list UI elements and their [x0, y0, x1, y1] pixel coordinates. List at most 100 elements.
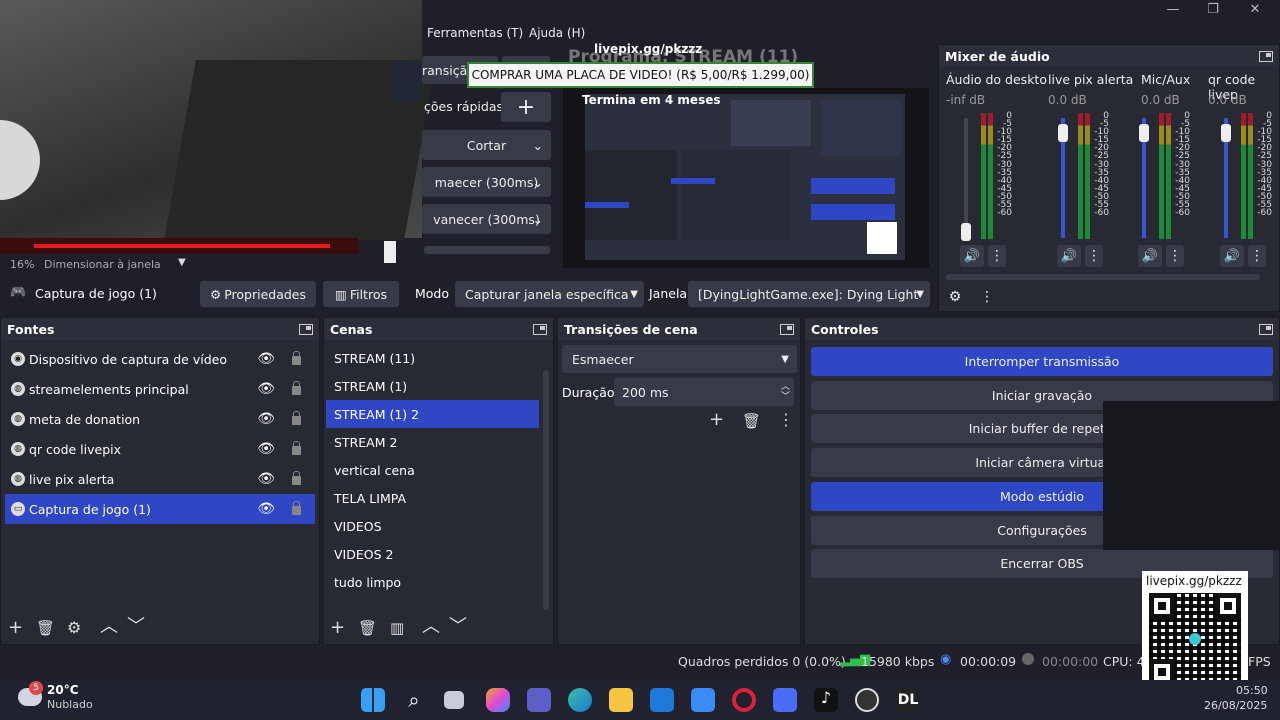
- volume-slider-knob[interactable]: [1139, 123, 1149, 142]
- remove-scene-button[interactable]: 🗑: [358, 619, 377, 637]
- speaker-icon[interactable]: 🔊: [960, 245, 984, 267]
- mixer-scrollbar[interactable]: [946, 274, 1260, 280]
- scene-item[interactable]: STREAM (11): [326, 344, 539, 372]
- move-up-button[interactable]: ︿: [422, 618, 440, 636]
- move-down-button[interactable]: ﹀: [449, 618, 467, 636]
- mixer-menu-button[interactable]: ⋮: [974, 285, 1000, 309]
- eye-icon[interactable]: 👁: [257, 411, 275, 427]
- teams-icon[interactable]: [527, 688, 551, 712]
- transition-type-select[interactable]: Esmaecer ▼: [562, 345, 797, 373]
- add-source-button[interactable]: +: [8, 619, 23, 637]
- mixer-settings-button[interactable]: ⚙: [942, 285, 968, 309]
- eye-icon[interactable]: 👁: [257, 501, 275, 517]
- move-up-button[interactable]: ︿: [100, 618, 118, 636]
- lock-icon[interactable]: [292, 441, 301, 455]
- scene-item[interactable]: VIDEOS 2: [326, 540, 539, 568]
- scene-item[interactable]: STREAM (1): [326, 372, 539, 400]
- mode-select[interactable]: Capturar janela específica ▼: [455, 281, 644, 307]
- source-item[interactable]: ◍ meta de donation 👁: [5, 404, 315, 434]
- float-dock-icon[interactable]: [299, 323, 313, 335]
- outlook-icon[interactable]: [650, 688, 674, 712]
- menu-tools[interactable]: Ferramentas (T): [427, 26, 523, 40]
- lock-icon[interactable]: [292, 381, 301, 395]
- quick-transition-fade[interactable]: maecer (300ms) ⌄: [422, 167, 551, 197]
- stop-streaming-button[interactable]: Interromper transmissão: [811, 347, 1273, 376]
- eye-icon[interactable]: 👁: [257, 351, 275, 367]
- task-view-icon[interactable]: [444, 691, 464, 709]
- move-down-button[interactable]: ﹀: [127, 618, 145, 636]
- source-item-selected[interactable]: ▭ Captura de jogo (1) 👁: [5, 494, 315, 524]
- channel-menu-icon[interactable]: ⋮: [1085, 245, 1103, 267]
- float-dock-icon[interactable]: [533, 323, 547, 335]
- store-icon[interactable]: [691, 688, 715, 712]
- remove-source-button[interactable]: 🗑: [36, 619, 55, 637]
- minimize-button[interactable]: —: [1158, 2, 1188, 17]
- volume-slider-knob[interactable]: [961, 222, 971, 241]
- add-quick-transition-button[interactable]: +: [501, 92, 551, 122]
- float-dock-icon[interactable]: [780, 323, 794, 335]
- channel-menu-icon[interactable]: ⋮: [1248, 245, 1266, 267]
- lock-icon[interactable]: [292, 471, 301, 485]
- eye-icon[interactable]: 👁: [257, 471, 275, 487]
- lock-icon[interactable]: [292, 501, 301, 515]
- transition-menu-button[interactable]: ⋮: [778, 411, 794, 429]
- scene-filters-button[interactable]: ▥: [390, 619, 404, 637]
- source-item[interactable]: ◉ Dispositivo de captura de vídeo 👁: [5, 344, 315, 374]
- eye-icon[interactable]: 👁: [257, 441, 275, 457]
- opera-icon[interactable]: [732, 688, 756, 712]
- volume-slider-track[interactable]: [964, 118, 968, 238]
- menu-help[interactable]: Ajuda (H): [529, 26, 585, 40]
- float-dock-icon[interactable]: [1259, 50, 1273, 62]
- search-icon[interactable]: ⌕: [402, 688, 426, 712]
- source-properties-button[interactable]: ⚙: [67, 619, 81, 637]
- float-dock-icon[interactable]: [1259, 323, 1273, 335]
- volume-slider-knob[interactable]: [1221, 123, 1231, 142]
- lock-icon[interactable]: [292, 411, 301, 425]
- scene-item[interactable]: STREAM 2: [326, 428, 539, 456]
- speaker-icon[interactable]: 🔊: [1057, 245, 1081, 267]
- scene-item[interactable]: VIDEOS: [326, 512, 539, 540]
- volume-slider-knob[interactable]: [1058, 123, 1068, 142]
- app-icon[interactable]: [773, 688, 797, 712]
- scale-mode-select[interactable]: Dimensionar à janela: [44, 258, 161, 271]
- scenes-scrollbar[interactable]: [543, 370, 549, 610]
- scene-item[interactable]: TELA LIMPA: [326, 484, 539, 512]
- windows-start-icon[interactable]: [361, 688, 385, 712]
- channel-menu-icon[interactable]: ⋮: [1166, 245, 1184, 267]
- dying-light-icon[interactable]: DL: [896, 688, 920, 712]
- quick-transition-cut[interactable]: Cortar ⌄: [422, 130, 551, 160]
- gamepad-icon: ▭: [11, 502, 25, 516]
- chevron-down-icon: ⌄: [532, 174, 543, 190]
- restore-button[interactable]: ❐: [1198, 2, 1228, 17]
- file-explorer-icon[interactable]: [609, 688, 633, 712]
- obs-icon[interactable]: [855, 688, 879, 712]
- add-scene-button[interactable]: +: [330, 619, 345, 637]
- source-item[interactable]: ◍ streamelements principal 👁: [5, 374, 315, 404]
- source-item[interactable]: ◍ qr code livepix 👁: [5, 434, 315, 464]
- tiktok-icon[interactable]: ♪: [814, 688, 838, 712]
- speaker-icon[interactable]: 🔊: [1138, 245, 1162, 267]
- channel-menu-icon[interactable]: ⋮: [988, 245, 1006, 267]
- copilot-icon[interactable]: [486, 688, 510, 712]
- eye-icon[interactable]: 👁: [257, 381, 275, 397]
- edge-icon[interactable]: [568, 688, 592, 712]
- remove-transition-button[interactable]: 🗑: [742, 412, 761, 430]
- quick-transition-fade2[interactable]: vanecer (300ms) ⌄: [422, 204, 551, 234]
- preview-scrollbar[interactable]: [384, 241, 396, 263]
- source-item[interactable]: ◍ live pix alerta 👁: [5, 464, 315, 494]
- close-button[interactable]: ✕: [1240, 2, 1270, 17]
- filters-button[interactable]: ▥ Filtros: [323, 281, 399, 307]
- add-transition-button[interactable]: +: [709, 411, 724, 429]
- stepper-icon[interactable]: ︿ ﹀: [781, 382, 790, 402]
- duration-input[interactable]: 200 ms ︿ ﹀: [614, 378, 794, 406]
- speaker-icon[interactable]: 🔊: [1220, 245, 1244, 267]
- scene-item[interactable]: vertical cena: [326, 456, 539, 484]
- t-bar[interactable]: [424, 246, 550, 254]
- scene-item-selected[interactable]: STREAM (1) 2: [326, 400, 539, 428]
- scene-item[interactable]: tudo limpo: [326, 568, 539, 596]
- properties-button[interactable]: ⚙ Propriedades: [200, 281, 316, 307]
- mixer-channel-db: 0.0 dB: [1208, 93, 1247, 107]
- lock-icon[interactable]: [292, 351, 301, 365]
- window-select[interactable]: [DyingLightGame.exe]: Dying Light ▼: [688, 281, 930, 307]
- vu-meter-scale: 0 -5 -10 -15 -20 -25 -30 -35 -40 -45 -50 -55 -60: [1175, 111, 1190, 219]
